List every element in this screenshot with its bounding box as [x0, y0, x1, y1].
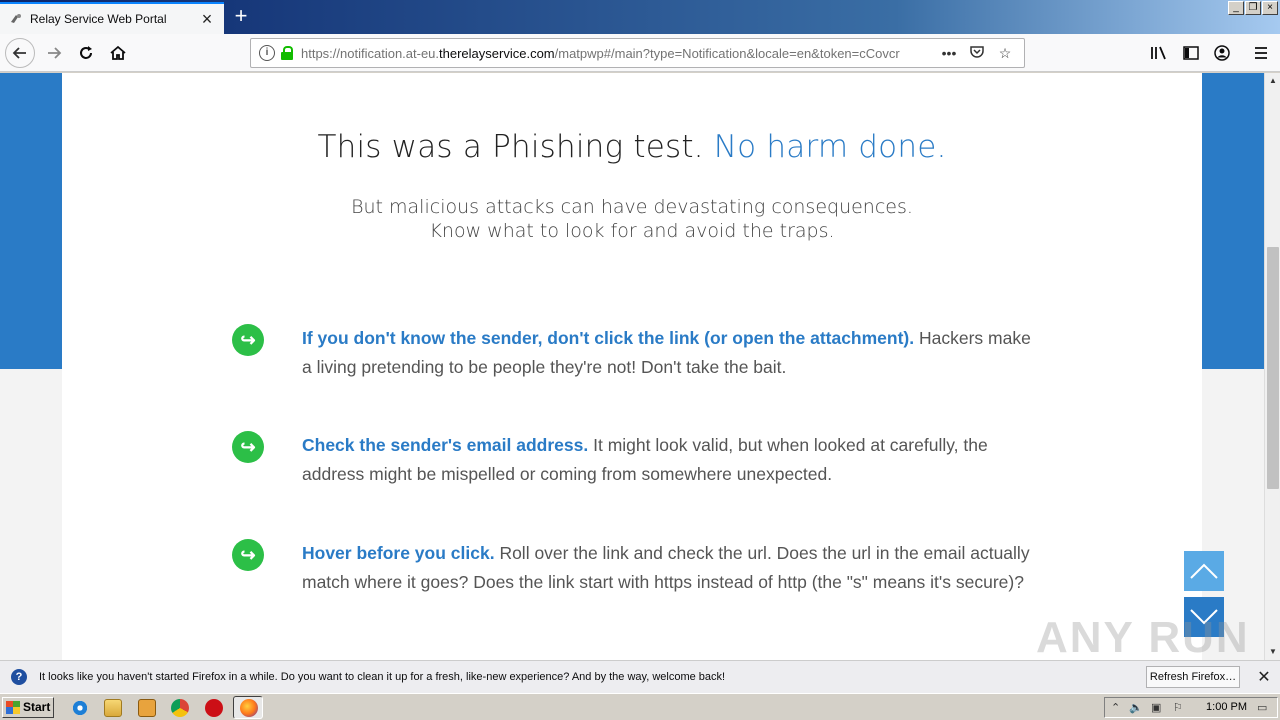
page-viewport: This was a Phishing test. No harm done. … — [0, 73, 1264, 660]
navigation-toolbar: i https://notification.at-eu.therelayser… — [0, 34, 1280, 72]
notification-close-icon[interactable]: ✕ — [1252, 667, 1276, 687]
subheading-line-1: But malicious attacks can have devastati… — [351, 196, 913, 218]
url-text[interactable]: https://notification.at-eu.therelayservi… — [301, 46, 932, 61]
library-icon[interactable] — [1148, 43, 1170, 63]
content-card: This was a Phishing test. No harm done. … — [62, 73, 1202, 660]
refresh-firefox-button[interactable]: Refresh Firefox… — [1146, 666, 1240, 688]
firefox-icon — [240, 699, 258, 717]
tab-title: Relay Service Web Portal — [30, 12, 167, 26]
firefox-taskbar-button[interactable] — [233, 696, 263, 719]
restore-icon[interactable]: ❐ — [1245, 1, 1261, 15]
chrome-icon[interactable] — [171, 699, 189, 717]
notification-message: It looks like you haven't started Firefo… — [39, 671, 726, 683]
volume-icon[interactable]: 🔈 — [1129, 701, 1143, 714]
scroll-up-arrow-icon[interactable]: ▲ — [1265, 73, 1280, 89]
scroll-down-arrow-icon[interactable]: ▼ — [1265, 644, 1280, 660]
headline-accent: No harm done. — [713, 129, 947, 165]
sidebar-icon[interactable] — [1180, 43, 1202, 63]
page-actions-icon[interactable]: ••• — [938, 45, 960, 61]
minimize-icon[interactable]: _ — [1228, 1, 1244, 15]
lock-icon[interactable] — [281, 46, 293, 60]
share-arrow-icon: ↪ — [232, 324, 264, 356]
url-bar[interactable]: i https://notification.at-eu.therelayser… — [250, 38, 1025, 68]
internet-explorer-icon[interactable] — [71, 699, 89, 717]
forward-icon[interactable] — [40, 39, 68, 67]
share-arrow-icon: ↪ — [232, 539, 264, 571]
info-icon[interactable]: i — [259, 45, 275, 61]
back-icon[interactable] — [5, 38, 35, 68]
share-arrow-icon: ↪ — [232, 431, 264, 463]
home-icon[interactable] — [104, 39, 132, 67]
tab-close-icon[interactable]: × — [198, 9, 216, 30]
page-headline: This was a Phishing test. No harm done. — [317, 129, 947, 165]
notification-bar: ? It looks like you haven't started Fire… — [0, 660, 1280, 693]
tip-heading: Check the sender's email address. — [302, 435, 589, 455]
show-hidden-icons-icon[interactable]: ⌃ — [1111, 701, 1120, 714]
action-center-flag-icon[interactable]: ⚐ — [1173, 701, 1183, 714]
tip-heading: If you don't know the sender, don't clic… — [302, 328, 915, 348]
windows-logo-icon — [6, 701, 20, 714]
system-tray: ⌃ 🔈 ▣ ⚐ 1:00 PM ▭ — [1104, 697, 1278, 718]
taskbar: Start ⌃ 🔈 ▣ ⚐ 1:00 PM ▭ — [0, 693, 1280, 720]
opera-icon[interactable] — [205, 699, 223, 717]
relay-favicon-icon — [8, 11, 24, 27]
window-close-icon[interactable]: × — [1262, 1, 1278, 15]
media-player-icon[interactable] — [138, 699, 156, 717]
vertical-scrollbar[interactable]: ▲ ▼ — [1264, 73, 1280, 660]
browser-tab[interactable]: Relay Service Web Portal × — [0, 2, 224, 34]
scrollbar-thumb[interactable] — [1267, 247, 1279, 489]
reload-icon[interactable] — [72, 39, 100, 67]
question-icon: ? — [11, 669, 27, 685]
scroll-up-button[interactable] — [1184, 551, 1224, 591]
anyrun-watermark: ANY RUN — [1036, 613, 1250, 660]
network-icon[interactable]: ▣ — [1151, 701, 1161, 714]
clock[interactable]: 1:00 PM — [1206, 701, 1247, 713]
show-desktop-icon[interactable]: ▭ — [1257, 701, 1267, 714]
file-explorer-icon[interactable] — [104, 699, 122, 717]
account-icon[interactable] — [1211, 43, 1233, 63]
menu-icon[interactable] — [1250, 43, 1272, 63]
start-button[interactable]: Start — [2, 697, 54, 718]
bookmark-star-icon[interactable]: ☆ — [994, 45, 1016, 62]
new-tab-icon[interactable]: + — [228, 4, 254, 30]
subheading-line-2: Know what to look for and avoid the trap… — [429, 220, 835, 242]
title-bar: Relay Service Web Portal × + _ ❐ × — [0, 0, 1280, 34]
pocket-icon[interactable] — [966, 45, 988, 61]
tip-heading: Hover before you click. — [302, 543, 495, 563]
